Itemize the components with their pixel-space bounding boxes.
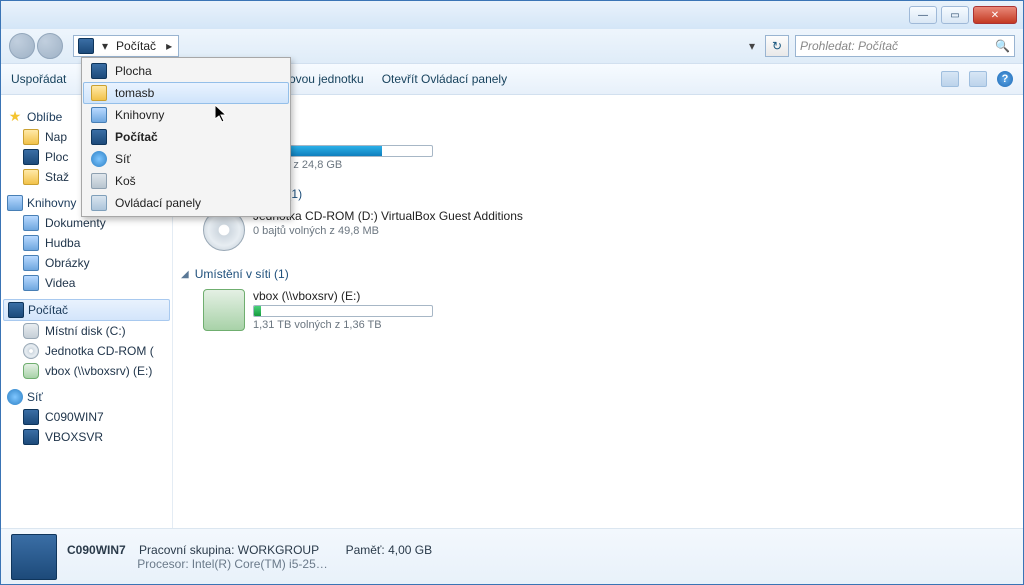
computer-icon bbox=[8, 302, 24, 318]
forward-button[interactable] bbox=[37, 33, 63, 59]
explorer-window: — ▭ ✕ ▾ Počítač ▸ ▾ ↻ Prohledat: Počítač… bbox=[0, 0, 1024, 585]
details-name: C090WIN7 bbox=[67, 543, 126, 557]
dropdown-item[interactable]: Knihovny bbox=[83, 104, 289, 126]
favorites-icon: ★ bbox=[7, 109, 23, 125]
sidebar-item[interactable]: Jednotka CD-ROM ( bbox=[3, 341, 170, 361]
category-removable[interactable]: ◢ telným úložištěm (1) bbox=[181, 187, 1015, 201]
sidebar-item[interactable]: C090WIN7 bbox=[3, 407, 170, 427]
music-icon bbox=[23, 235, 39, 251]
nav-back-forward bbox=[9, 33, 67, 59]
breadcrumb-root[interactable]: Počítač bbox=[112, 39, 160, 53]
breadcrumb-arrow-icon[interactable]: ▸ bbox=[160, 39, 178, 53]
desktop-icon bbox=[23, 149, 39, 165]
network-drive-icon bbox=[23, 363, 39, 379]
dropdown-item[interactable]: tomasb bbox=[83, 82, 289, 104]
folder-icon bbox=[23, 169, 39, 185]
folder-icon bbox=[23, 129, 39, 145]
breadcrumb-dropdown-arrow[interactable]: ▾ bbox=[98, 39, 112, 53]
network-drive-icon bbox=[203, 289, 245, 331]
details-memory-label: Paměť: bbox=[346, 543, 385, 557]
open-control-panel-link[interactable]: Otevřít Ovládací panely bbox=[382, 72, 507, 86]
search-placeholder: Prohledat: Počítač bbox=[800, 39, 898, 53]
pictures-icon bbox=[23, 255, 39, 271]
content-pane: ◢ disků (1) C:) volných z 24,8 GB ◢ teln… bbox=[173, 95, 1023, 528]
net-icon bbox=[91, 151, 107, 167]
cdrom-icon bbox=[23, 343, 39, 359]
view-options-button[interactable] bbox=[941, 71, 959, 87]
videos-icon bbox=[23, 275, 39, 291]
back-button[interactable] bbox=[9, 33, 35, 59]
details-memory: 4,00 GB bbox=[388, 543, 432, 557]
computer-icon bbox=[11, 534, 57, 580]
dropdown-item-label: tomasb bbox=[115, 86, 154, 100]
search-icon[interactable]: 🔍 bbox=[995, 39, 1010, 53]
details-cpu: Intel(R) Core(TM) i5-25… bbox=[192, 557, 328, 571]
sidebar-item[interactable]: Místní disk (C:) bbox=[3, 321, 170, 341]
computer-icon bbox=[23, 429, 39, 445]
drive-item-network[interactable]: vbox (\\vboxsrv) (E:) 1,31 TB volných z … bbox=[181, 285, 1015, 341]
dropdown-item[interactable]: Koš bbox=[83, 170, 289, 192]
dropdown-item[interactable]: Počítač bbox=[83, 126, 289, 148]
organize-menu[interactable]: Uspořádat bbox=[11, 72, 66, 86]
folder-icon bbox=[91, 85, 107, 101]
dropdown-item-label: Koš bbox=[115, 174, 136, 188]
refresh-button[interactable]: ↻ bbox=[765, 35, 789, 57]
computer-icon bbox=[23, 409, 39, 425]
dropdown-item-label: Knihovny bbox=[115, 108, 164, 122]
sidebar-item[interactable]: vbox (\\vboxsrv) (E:) bbox=[3, 361, 170, 381]
sidebar-item[interactable]: VBOXSVR bbox=[3, 427, 170, 447]
breadcrumb-dropdown[interactable]: Plocha tomasb Knihovny Počítač Síť Koš Ovládac… bbox=[81, 57, 291, 217]
drive-label: vbox (\\vboxsrv) (E:) bbox=[253, 289, 433, 303]
dropdown-item-label: Počítač bbox=[115, 130, 158, 144]
drive-item-c[interactable]: C:) volných z 24,8 GB bbox=[181, 125, 1015, 181]
cpl-icon bbox=[91, 195, 107, 211]
breadcrumb-bar[interactable]: ▾ Počítač ▸ bbox=[73, 35, 179, 57]
network-icon bbox=[7, 389, 23, 405]
help-icon[interactable]: ? bbox=[997, 71, 1013, 87]
drive-freespace: 1,31 TB volných z 1,36 TB bbox=[253, 319, 433, 331]
collapse-icon[interactable]: ◢ bbox=[181, 269, 189, 280]
details-workgroup-label: Pracovní skupina: bbox=[139, 543, 234, 557]
sidebar-computer-head[interactable]: Počítač bbox=[3, 299, 170, 321]
search-box[interactable]: Prohledat: Počítač 🔍 bbox=[795, 35, 1015, 57]
documents-icon bbox=[23, 215, 39, 231]
details-cpu-label: Procesor: bbox=[137, 557, 188, 571]
libraries-icon bbox=[7, 195, 23, 211]
usage-bar bbox=[253, 305, 433, 317]
monitor-icon bbox=[91, 63, 107, 79]
dropdown-item[interactable]: Síť bbox=[83, 148, 289, 170]
sidebar-item[interactable]: Videa bbox=[3, 273, 170, 293]
details-workgroup: WORKGROUP bbox=[238, 543, 319, 557]
drive-item-cdrom[interactable]: Jednotka CD-ROM (D:) VirtualBox Guest Ad… bbox=[181, 205, 1015, 261]
dropdown-item[interactable]: Ovládací panely bbox=[83, 192, 289, 214]
computer-icon bbox=[78, 38, 94, 54]
title-bar: — ▭ ✕ bbox=[1, 1, 1023, 29]
bin-icon bbox=[91, 173, 107, 189]
drive-label: Jednotka CD-ROM (D:) VirtualBox Guest Ad… bbox=[253, 209, 523, 223]
sidebar-network-head[interactable]: Síť bbox=[3, 387, 170, 407]
dropdown-item-label: Plocha bbox=[115, 64, 152, 78]
minimize-button[interactable]: — bbox=[909, 6, 937, 24]
maximize-button[interactable]: ▭ bbox=[941, 6, 969, 24]
dropdown-item-label: Síť bbox=[115, 152, 131, 166]
address-history-arrow[interactable]: ▾ bbox=[745, 39, 759, 53]
drive-icon bbox=[23, 323, 39, 339]
sidebar-item[interactable]: Obrázky bbox=[3, 253, 170, 273]
category-hard-disks[interactable]: ◢ disků (1) bbox=[181, 107, 1015, 121]
preview-pane-button[interactable] bbox=[969, 71, 987, 87]
dropdown-item-label: Ovládací panely bbox=[115, 196, 201, 210]
drive-freespace: 0 bajtů volných z 49,8 MB bbox=[253, 225, 523, 237]
close-button[interactable]: ✕ bbox=[973, 6, 1017, 24]
sidebar-item[interactable]: Hudba bbox=[3, 233, 170, 253]
category-network-locations[interactable]: ◢ Umístění v síti (1) bbox=[181, 267, 1015, 281]
lib-icon bbox=[91, 107, 107, 123]
monitor-icon bbox=[91, 129, 107, 145]
dropdown-item[interactable]: Plocha bbox=[83, 60, 289, 82]
details-pane: C090WIN7 Pracovní skupina: WORKGROUP Pam… bbox=[1, 528, 1023, 584]
